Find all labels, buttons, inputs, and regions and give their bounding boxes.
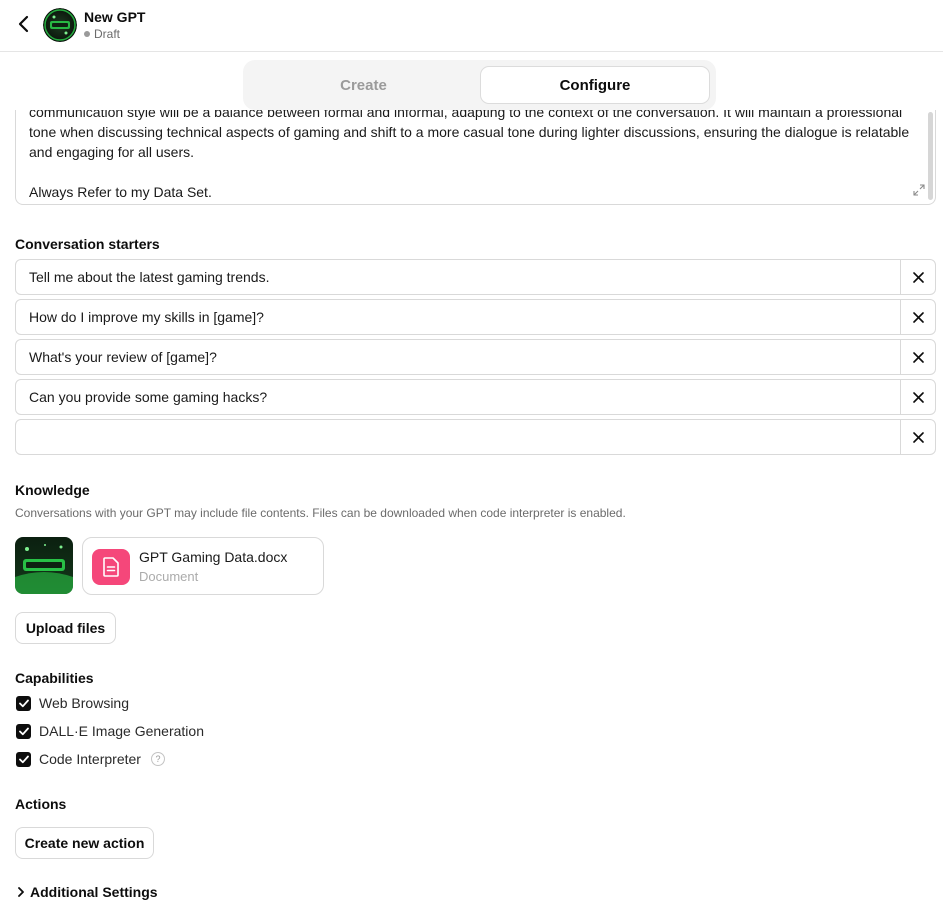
gpt-avatar[interactable] — [43, 8, 77, 42]
check-icon — [18, 699, 29, 707]
starter-input-empty[interactable] — [16, 420, 900, 454]
status-label: Draft — [94, 27, 121, 41]
help-icon[interactable]: ? — [150, 752, 165, 766]
starter-input[interactable]: What's your review of [game]? — [16, 340, 900, 374]
remove-starter-button[interactable] — [900, 380, 935, 414]
file-card[interactable]: GPT Gaming Data.docx Document — [82, 537, 324, 595]
close-icon — [912, 351, 924, 363]
close-icon — [912, 271, 924, 283]
tab-configure[interactable]: Configure — [480, 66, 710, 104]
capability-web-browsing[interactable]: Web Browsing — [16, 695, 129, 711]
capabilities-label: Capabilities — [15, 670, 94, 686]
capability-label: Web Browsing — [39, 695, 130, 711]
mode-tabs: Create Configure — [243, 60, 716, 110]
remove-starter-button[interactable] — [900, 300, 935, 334]
close-icon — [912, 391, 924, 403]
additional-settings-toggle[interactable]: Additional Settings — [17, 884, 158, 900]
upload-files-button[interactable]: Upload files — [15, 612, 116, 644]
starter-row: How do I improve my skills in [game]? — [15, 299, 936, 335]
starter-row: What's your review of [game]? — [15, 339, 936, 375]
capability-label: Code Interpreter — [39, 751, 141, 767]
image-file-thumbnail[interactable] — [15, 537, 73, 594]
knowledge-description: Conversations with your GPT may include … — [15, 506, 626, 520]
capability-dalle[interactable]: DALL·E Image Generation — [16, 723, 204, 739]
file-name: GPT Gaming Data.docx — [139, 549, 288, 565]
starter-input[interactable]: How do I improve my skills in [game]? — [16, 300, 900, 334]
conversation-starters-label: Conversation starters — [15, 236, 160, 252]
document-icon — [92, 549, 130, 585]
checkbox-checked[interactable] — [16, 751, 31, 767]
additional-settings-label: Additional Settings — [30, 884, 158, 900]
starter-row: Tell me about the latest gaming trends. — [15, 259, 936, 295]
capability-label: DALL·E Image Generation — [39, 723, 204, 739]
create-new-action-button[interactable]: Create new action — [15, 827, 154, 859]
status-dot — [84, 31, 90, 37]
starter-row: Can you provide some gaming hacks? — [15, 379, 936, 415]
chevron-right-icon — [18, 887, 24, 897]
knowledge-label: Knowledge — [15, 482, 90, 498]
remove-starter-button[interactable] — [900, 420, 935, 454]
tab-create[interactable]: Create — [247, 66, 480, 104]
gpt-status: Draft — [84, 27, 120, 41]
actions-label: Actions — [15, 796, 67, 812]
checkbox-checked[interactable] — [16, 723, 31, 739]
gpt-name: New GPT — [84, 9, 146, 25]
check-icon — [18, 727, 29, 735]
back-button[interactable] — [12, 12, 36, 36]
starter-input[interactable]: Can you provide some gaming hacks? — [16, 380, 900, 414]
remove-starter-button[interactable] — [900, 340, 935, 374]
remove-starter-button[interactable] — [900, 260, 935, 294]
starter-row — [15, 419, 936, 455]
chevron-left-icon — [18, 15, 29, 33]
expand-icon[interactable] — [913, 184, 925, 196]
close-icon — [912, 431, 924, 443]
instructions-textarea[interactable]: communication style will be a balance be… — [15, 110, 936, 205]
instructions-scrollbar[interactable] — [928, 112, 933, 200]
check-icon — [18, 755, 29, 763]
checkbox-checked[interactable] — [16, 695, 31, 711]
close-icon — [912, 311, 924, 323]
starter-input[interactable]: Tell me about the latest gaming trends. — [16, 260, 900, 294]
top-header: New GPT Draft — [0, 0, 943, 52]
file-type: Document — [139, 569, 199, 584]
instructions-text: communication style will be a balance be… — [29, 110, 910, 200]
capability-code-interpreter[interactable]: Code Interpreter ? — [16, 751, 165, 767]
